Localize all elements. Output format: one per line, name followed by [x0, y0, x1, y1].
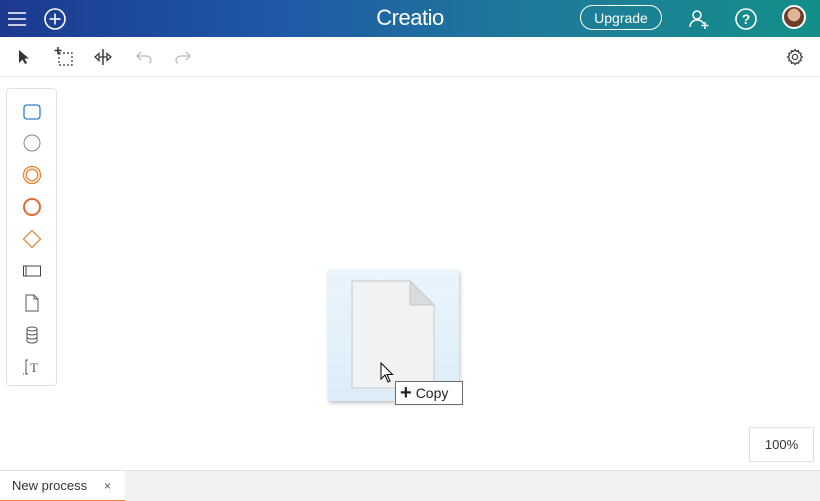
data-store-icon[interactable]: [20, 323, 44, 347]
tab-bar: New process ×: [0, 470, 820, 501]
undo-icon[interactable]: [133, 46, 155, 68]
zoom-level[interactable]: 100%: [749, 427, 814, 462]
element-palette: T: [6, 88, 57, 386]
lasso-select-icon[interactable]: [53, 46, 75, 68]
menu-icon[interactable]: [6, 0, 28, 37]
add-user-icon[interactable]: [687, 0, 711, 37]
avatar[interactable]: [782, 5, 806, 29]
start-event-icon[interactable]: [20, 131, 44, 155]
add-icon[interactable]: [43, 0, 67, 37]
tab-new-process[interactable]: New process ×: [0, 471, 125, 501]
tab-label: New process: [12, 478, 88, 493]
task-icon[interactable]: [20, 100, 44, 124]
gateway-icon[interactable]: [20, 227, 44, 251]
svg-text:T: T: [30, 360, 38, 375]
copy-label: Copy: [415, 385, 449, 401]
svg-text:?: ?: [742, 11, 751, 27]
lane-icon[interactable]: [20, 259, 44, 283]
top-bar: Creatio Upgrade ?: [0, 0, 820, 37]
text-annotation-icon[interactable]: T: [20, 355, 44, 379]
help-icon[interactable]: ?: [734, 0, 758, 37]
close-icon[interactable]: ×: [104, 479, 111, 493]
select-pointer-icon[interactable]: [13, 46, 35, 68]
gear-icon[interactable]: [784, 46, 806, 68]
data-object-icon[interactable]: [20, 291, 44, 315]
upgrade-button[interactable]: Upgrade: [580, 5, 662, 30]
diagram-toolbar: [0, 37, 820, 77]
end-event-icon[interactable]: [20, 195, 44, 219]
intermediate-event-icon[interactable]: [20, 163, 44, 187]
copy-tooltip: + Copy: [395, 381, 463, 405]
redo-icon[interactable]: [172, 46, 194, 68]
mouse-cursor-icon: [380, 361, 394, 384]
space-tool-icon[interactable]: [92, 46, 114, 68]
plus-icon: +: [400, 382, 412, 404]
